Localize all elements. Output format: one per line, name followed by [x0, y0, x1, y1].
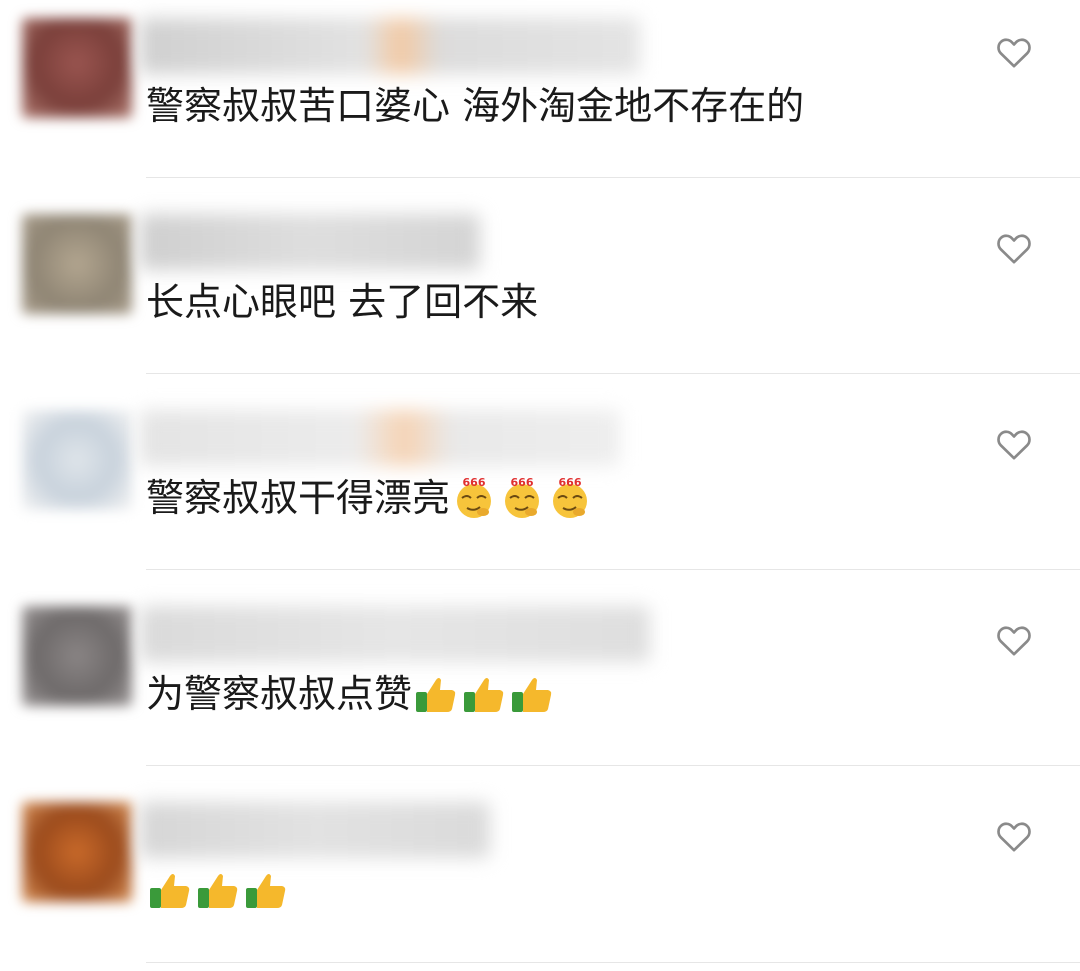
- comment-text: 为警察叔叔点赞: [146, 670, 556, 718]
- thumbs-up-emoji: [464, 677, 504, 712]
- divider: [146, 373, 1080, 374]
- avatar[interactable]: [22, 802, 132, 902]
- thumbs-up-emoji: [512, 677, 552, 712]
- svg-text:666: 666: [463, 476, 486, 489]
- comment-text: [146, 866, 290, 914]
- thumbs-up-emoji: [198, 873, 238, 908]
- comment-item: 长点心眼吧 去了回不来: [0, 196, 1080, 392]
- divider: [146, 765, 1080, 766]
- svg-text:666: 666: [559, 476, 582, 489]
- heart-outline-icon[interactable]: [994, 620, 1034, 660]
- heart-outline-icon[interactable]: [994, 228, 1034, 268]
- avatar[interactable]: [22, 214, 132, 314]
- 666-emoji: 666: [457, 476, 492, 518]
- comment-item: 警察叔叔苦口婆心 海外淘金地不存在的: [0, 0, 1080, 196]
- comment-text: 长点心眼吧 去了回不来: [146, 278, 538, 326]
- thumbs-up-emoji: [416, 677, 456, 712]
- heart-outline-icon[interactable]: [994, 32, 1034, 72]
- svg-text:666: 666: [511, 476, 534, 489]
- thumbs-up-emoji: [150, 873, 190, 908]
- divider: [146, 569, 1080, 570]
- divider: [146, 177, 1080, 178]
- comment-list: 警察叔叔苦口婆心 海外淘金地不存在的 长点心眼吧 去了回不来 警察叔叔干得漂亮 6…: [0, 0, 1080, 971]
- heart-outline-icon[interactable]: [994, 424, 1034, 464]
- username[interactable]: [140, 18, 640, 74]
- avatar[interactable]: [22, 410, 132, 510]
- avatar[interactable]: [22, 606, 132, 706]
- thumbs-up-emoji: [246, 873, 286, 908]
- 666-emoji: 666: [553, 476, 588, 518]
- comment-text-content: 为警察叔叔点赞: [146, 672, 413, 716]
- comment-text: 警察叔叔苦口婆心 海外淘金地不存在的: [146, 82, 804, 130]
- username[interactable]: [140, 410, 620, 466]
- comment-text-content: 长点心眼吧 去了回不来: [146, 280, 539, 324]
- comment-item: 警察叔叔干得漂亮 666 666 666: [0, 392, 1080, 588]
- username[interactable]: [140, 802, 490, 858]
- divider: [146, 962, 1080, 963]
- comment-item: 为警察叔叔点赞: [0, 588, 1080, 784]
- comment-text: 警察叔叔干得漂亮 666 666 666: [146, 474, 594, 522]
- 666-emoji: 666: [505, 476, 540, 518]
- comment-text-content: 警察叔叔苦口婆心 海外淘金地不存在的: [146, 84, 805, 128]
- username[interactable]: [140, 214, 480, 270]
- heart-outline-icon[interactable]: [994, 816, 1034, 856]
- avatar[interactable]: [22, 18, 132, 118]
- comment-text-content: 警察叔叔干得漂亮: [146, 476, 451, 520]
- username[interactable]: [140, 606, 650, 662]
- comment-item: [0, 784, 1080, 971]
